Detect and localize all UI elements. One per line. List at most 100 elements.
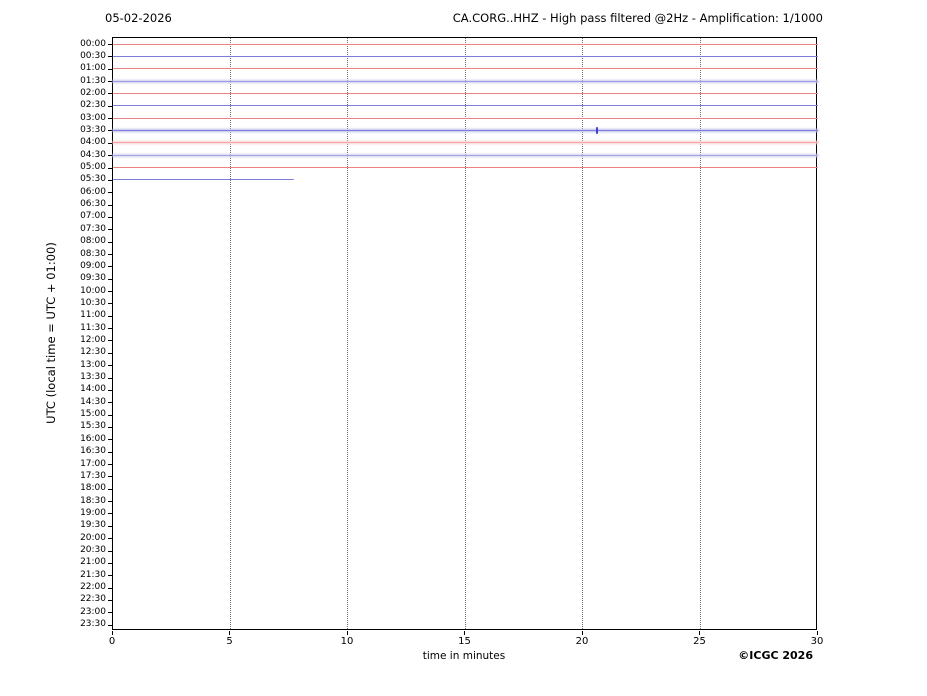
y-tick-label: 07:30 [62,225,106,234]
y-tick-label: 09:00 [62,262,106,271]
y-tick [108,106,112,107]
x-tick-label: 5 [215,637,245,647]
trace-line-0230 [113,105,818,106]
vertical-gridline [700,38,701,629]
y-tick-label: 22:00 [62,583,106,592]
y-tick-label: 11:30 [62,324,106,333]
y-tick [108,93,112,94]
y-tick-label: 02:30 [62,101,106,110]
y-tick [108,81,112,82]
x-tick [699,631,700,635]
y-tick-label: 02:00 [62,89,106,98]
y-tick [108,180,112,181]
trace-line-0130 [113,81,818,82]
y-tick [108,538,112,539]
x-tick [347,631,348,635]
y-tick [108,563,112,564]
y-tick-label: 12:30 [62,348,106,357]
y-tick-label: 08:30 [62,250,106,259]
x-tick [582,631,583,635]
x-tick [817,631,818,635]
plot-date: 05-02-2026 [105,11,172,25]
y-tick [108,118,112,119]
y-tick [108,427,112,428]
trace-line-0300 [113,118,818,119]
y-tick [108,612,112,613]
vertical-gridline [465,38,466,629]
x-tick [112,631,113,635]
x-tick-label: 15 [450,637,480,647]
y-tick [108,254,112,255]
y-tick-label: 13:30 [62,373,106,382]
y-tick [108,365,112,366]
y-tick [108,625,112,626]
plot-title: CA.CORG..HHZ - High pass filtered @2Hz -… [453,11,823,25]
y-tick [108,303,112,304]
y-tick-label: 22:30 [62,595,106,604]
y-tick [108,143,112,144]
y-tick [108,551,112,552]
x-tick-label: 20 [567,637,597,647]
x-tick-label: 30 [802,637,832,647]
y-tick-label: 11:00 [62,311,106,320]
y-tick-label: 09:30 [62,274,106,283]
y-tick-label: 05:30 [62,175,106,184]
y-tick-label: 15:00 [62,410,106,419]
y-tick [108,69,112,70]
y-tick-label: 06:00 [62,188,106,197]
y-tick-label: 15:30 [62,422,106,431]
vertical-gridline [347,38,348,629]
y-tick [108,452,112,453]
y-tick-label: 19:00 [62,509,106,518]
x-axis-label: time in minutes [419,650,509,662]
seismogram-figure: 05-02-2026 CA.CORG..HHZ - High pass filt… [0,0,927,696]
y-tick-label: 04:30 [62,151,106,160]
y-tick [108,56,112,57]
y-tick [108,526,112,527]
y-tick [108,242,112,243]
y-tick-label: 06:30 [62,200,106,209]
y-tick [108,390,112,391]
y-tick-label: 18:00 [62,484,106,493]
trace-line-0430 [113,155,818,156]
y-tick [108,501,112,502]
y-tick [108,291,112,292]
y-tick [108,217,112,218]
y-tick [108,378,112,379]
y-tick-label: 16:30 [62,447,106,456]
x-tick [464,631,465,635]
y-tick [108,340,112,341]
y-tick [108,266,112,267]
y-tick-label: 20:30 [62,546,106,555]
y-tick-label: 21:30 [62,571,106,580]
y-tick [108,476,112,477]
y-tick-label: 19:30 [62,521,106,530]
y-tick-label: 01:30 [62,77,106,86]
y-tick-label: 10:00 [62,287,106,296]
y-tick-label: 03:00 [62,114,106,123]
y-tick-label: 07:00 [62,212,106,221]
x-tick-label: 10 [332,637,362,647]
y-tick [108,513,112,514]
y-tick-label: 21:00 [62,558,106,567]
y-tick-label: 16:00 [62,435,106,444]
y-tick-label: 14:00 [62,385,106,394]
y-tick-label: 08:00 [62,237,106,246]
copyright-text: ©ICGC 2026 [738,649,813,662]
y-tick-label: 03:30 [62,126,106,135]
trace-line-0200 [113,93,818,94]
trace-line-0500 [113,167,818,168]
y-tick [108,489,112,490]
y-tick [108,588,112,589]
y-tick [108,439,112,440]
y-tick-label: 04:00 [62,138,106,147]
y-tick [108,316,112,317]
y-tick-label: 23:30 [62,620,106,629]
y-tick [108,130,112,131]
y-tick [108,44,112,45]
x-tick [229,631,230,635]
y-tick-label: 20:00 [62,534,106,543]
y-tick-label: 18:30 [62,497,106,506]
y-tick [108,464,112,465]
y-tick-label: 01:00 [62,64,106,73]
